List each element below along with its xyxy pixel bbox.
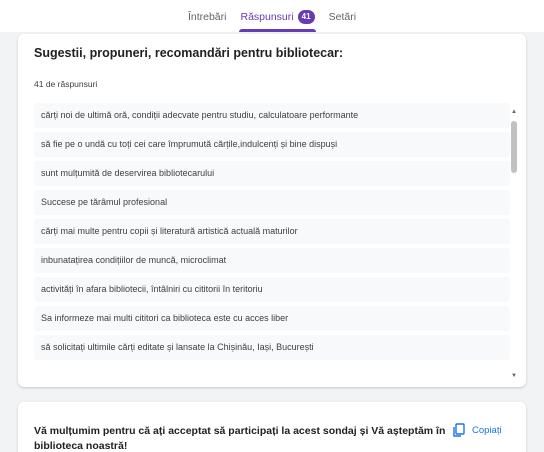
tab-bar: Întrebări Răspunsuri 41 Setări [0, 0, 544, 32]
tab-settings-label: Setări [328, 11, 357, 23]
scrollbar-thumb[interactable] [511, 121, 517, 173]
tab-settings[interactable]: Setări [322, 0, 363, 32]
answer-item: activități în afara bibliotecii, întâlni… [34, 277, 510, 302]
response-count: 41 de răspunsuri [34, 79, 98, 89]
copy-button-label: Copiați [472, 424, 502, 436]
answer-item: cărți noi de ultimă oră, condiții adecva… [34, 103, 510, 128]
answer-item: Succese pe tărâmul profesional [34, 190, 510, 215]
copy-icon [452, 423, 466, 437]
answer-item: cărți mai multe pentru copii și literatu… [34, 219, 510, 244]
top-bar: Întrebări Răspunsuri 41 Setări [0, 0, 544, 32]
tab-responses-label: Răspunsuri [240, 11, 294, 23]
next-question-text: Vă mulțumim pentru că ați acceptat să pa… [34, 425, 446, 452]
responses-count-badge: 41 [297, 10, 315, 24]
question-response-card: Sugestii, propuneri, recomandări pentru … [18, 34, 526, 387]
tab-responses[interactable]: Răspunsuri 41 [233, 0, 321, 32]
answers-list[interactable]: cărți noi de ultimă oră, condiții adecva… [34, 103, 518, 385]
tab-questions[interactable]: Întrebări [181, 0, 234, 32]
answer-item: să solicitați ultimile cărți editate și … [34, 335, 510, 360]
question-title: Sugestii, propuneri, recomandări pentru … [34, 46, 344, 60]
triangle-up-icon[interactable]: ▲ [510, 107, 518, 117]
triangle-down-icon[interactable]: ▼ [510, 371, 518, 381]
tab-questions-label: Întrebări [187, 11, 227, 23]
answer-item: Sa informeze mai multi cititori ca bibli… [34, 306, 510, 331]
copy-button[interactable]: Copiați [452, 423, 502, 437]
answer-item: sunt mulțumită de deservirea bibliotecar… [34, 161, 510, 186]
answers-scrollbar[interactable]: ▲ ▼ [510, 103, 518, 385]
answer-item: inbunatațirea condițiilor de muncă, micr… [34, 248, 510, 273]
next-question-card: Vă mulțumim pentru că ați acceptat să pa… [18, 402, 526, 452]
answer-item: să fie pe o undă cu toți cei care împrum… [34, 132, 510, 157]
